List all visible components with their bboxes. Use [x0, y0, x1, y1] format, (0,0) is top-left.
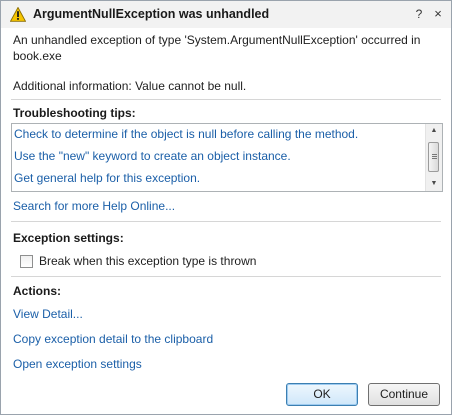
- break-on-exception-label[interactable]: Break when this exception type is thrown: [39, 254, 256, 268]
- warning-icon: [10, 7, 26, 22]
- title-bar: ArgumentNullException was unhandled ? ×: [1, 1, 451, 28]
- break-on-exception-checkbox[interactable]: [20, 255, 33, 268]
- actions-heading: Actions:: [13, 284, 61, 298]
- dialog-content: An unhandled exception of type 'System.A…: [1, 28, 451, 414]
- scroll-down-arrow-icon[interactable]: ▼: [426, 177, 442, 191]
- scroll-up-arrow-icon[interactable]: ▲: [426, 124, 442, 138]
- troubleshooting-tips-list[interactable]: Check to determine if the object is null…: [11, 123, 443, 192]
- continue-button[interactable]: Continue: [368, 383, 440, 406]
- grip-line: [432, 158, 437, 159]
- additional-information: Additional information: Value cannot be …: [13, 79, 247, 93]
- open-exception-settings-link[interactable]: Open exception settings: [13, 357, 142, 371]
- ok-button[interactable]: OK: [286, 383, 358, 406]
- view-detail-link[interactable]: View Detail...: [13, 307, 83, 321]
- dialog-title: ArgumentNullException was unhandled: [33, 7, 270, 21]
- tip-link-new-keyword[interactable]: Use the "new" keyword to create an objec…: [14, 149, 291, 163]
- troubleshooting-heading: Troubleshooting tips:: [13, 106, 136, 120]
- search-help-online-link[interactable]: Search for more Help Online...: [13, 199, 175, 213]
- exception-settings-heading: Exception settings:: [13, 231, 124, 245]
- exception-message: An unhandled exception of type 'System.A…: [13, 33, 421, 63]
- scrollbar-thumb[interactable]: [428, 142, 439, 172]
- close-button[interactable]: ×: [431, 6, 445, 22]
- separator: [11, 276, 441, 278]
- help-button[interactable]: ?: [413, 6, 425, 22]
- separator: [11, 221, 441, 223]
- tips-scrollbar[interactable]: ▲ ▼: [425, 124, 442, 191]
- grip-line: [432, 156, 437, 157]
- tip-link-general-help[interactable]: Get general help for this exception.: [14, 171, 200, 185]
- exception-dialog: ArgumentNullException was unhandled ? × …: [0, 0, 452, 415]
- copy-exception-detail-link[interactable]: Copy exception detail to the clipboard: [13, 332, 213, 346]
- separator: [11, 99, 441, 101]
- grip-line: [432, 154, 437, 155]
- tip-link-null-check[interactable]: Check to determine if the object is null…: [14, 127, 358, 141]
